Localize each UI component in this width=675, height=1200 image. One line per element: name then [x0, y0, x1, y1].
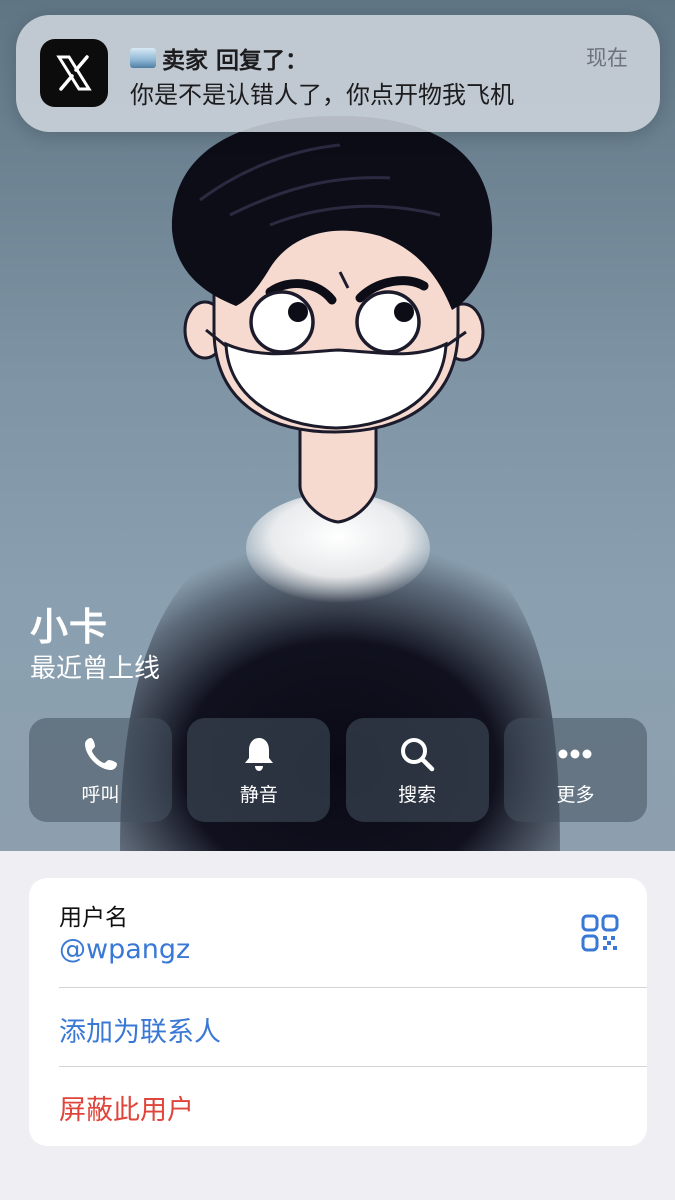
- add-contact-button[interactable]: 添加为联系人: [59, 1010, 221, 1049]
- notification-title-text: 卖家 回复了：: [162, 48, 309, 74]
- bell-icon: [244, 737, 273, 771]
- notification-message: 你是不是认错人了，你点开物我飞机: [130, 81, 514, 109]
- divider: [59, 1066, 647, 1067]
- divider: [59, 987, 647, 988]
- block-user-button[interactable]: 屏蔽此用户: [59, 1088, 194, 1127]
- mute-label: 静音: [239, 783, 278, 806]
- more-button[interactable]: 更多: [503, 718, 647, 822]
- profile-status: 最近曾上线: [30, 654, 161, 684]
- profile-name: 小卡: [30, 605, 109, 649]
- call-label: 呼叫: [81, 783, 120, 806]
- more-label: 更多: [556, 783, 595, 806]
- phone-icon: [84, 737, 117, 770]
- mute-button[interactable]: 静音: [187, 718, 331, 822]
- username-row: 用户名 @wpangz: [29, 878, 647, 987]
- search-button[interactable]: 搜索: [345, 718, 489, 822]
- notification-title: 卖家 回复了：: [130, 41, 308, 75]
- x-logo-icon: [40, 39, 108, 107]
- ice-cube-emoji: [130, 48, 156, 68]
- action-bar: 呼叫 静音 搜索 更多: [29, 718, 647, 822]
- search-icon: [401, 737, 435, 771]
- username-link[interactable]: @wpangz: [59, 934, 190, 965]
- search-label: 搜索: [398, 783, 437, 806]
- more-icon: [558, 749, 592, 758]
- info-card: 用户名 @wpangz 添加为联系人 屏蔽此用户: [29, 878, 647, 1146]
- username-label: 用户名: [59, 905, 128, 931]
- call-button[interactable]: 呼叫: [29, 718, 172, 822]
- notification-time: 现在: [586, 46, 628, 70]
- qr-code-icon[interactable]: [581, 914, 619, 952]
- notification-banner[interactable]: 卖家 回复了： 你是不是认错人了，你点开物我飞机 现在: [16, 15, 660, 132]
